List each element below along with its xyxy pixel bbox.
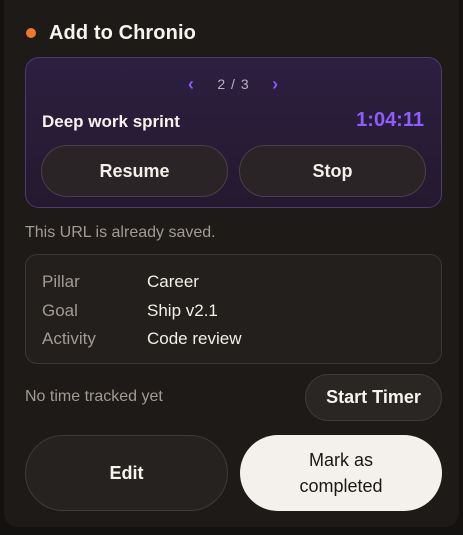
chronio-popup: Add to Chronio ‹ 2 / 3 › Deep work sprin…: [4, 0, 459, 527]
resume-button[interactable]: Resume: [41, 145, 228, 197]
detail-value: Career: [147, 272, 199, 291]
detail-key: Activity: [42, 329, 96, 348]
popup-title: Add to Chronio: [49, 21, 196, 44]
active-timer-card: ‹ 2 / 3 › Deep work sprint 1:04:11 Resum…: [25, 57, 442, 208]
pager-count: 2 / 3: [217, 76, 250, 92]
start-timer-button[interactable]: Start Timer: [305, 374, 442, 421]
timer-task-name: Deep work sprint: [42, 112, 180, 131]
detail-value: Ship v2.1: [147, 301, 218, 320]
chevron-right-icon[interactable]: ›: [266, 75, 286, 93]
detail-value: Code review: [147, 329, 242, 348]
popup-header: Add to Chronio: [26, 20, 196, 46]
detail-row-goal: Goal Ship v2.1: [42, 300, 218, 322]
detail-row-pillar: Pillar Career: [42, 271, 199, 293]
details-panel: Pillar Career Goal Ship v2.1 Activity Co…: [25, 254, 442, 364]
detail-row-activity: Activity Code review: [42, 328, 242, 350]
edit-button[interactable]: Edit: [25, 435, 228, 511]
stop-button[interactable]: Stop: [239, 145, 426, 197]
status-dot-icon: [26, 28, 36, 38]
chevron-left-icon[interactable]: ‹: [181, 75, 201, 93]
timer-elapsed: 1:04:11: [356, 109, 424, 131]
saved-note: This URL is already saved.: [25, 224, 216, 241]
mark-completed-button[interactable]: Mark as completed: [240, 435, 442, 511]
detail-key: Goal: [42, 301, 78, 320]
tracking-status: No time tracked yet: [25, 388, 163, 405]
timer-pager: ‹ 2 / 3 ›: [26, 75, 441, 93]
detail-key: Pillar: [42, 272, 80, 291]
